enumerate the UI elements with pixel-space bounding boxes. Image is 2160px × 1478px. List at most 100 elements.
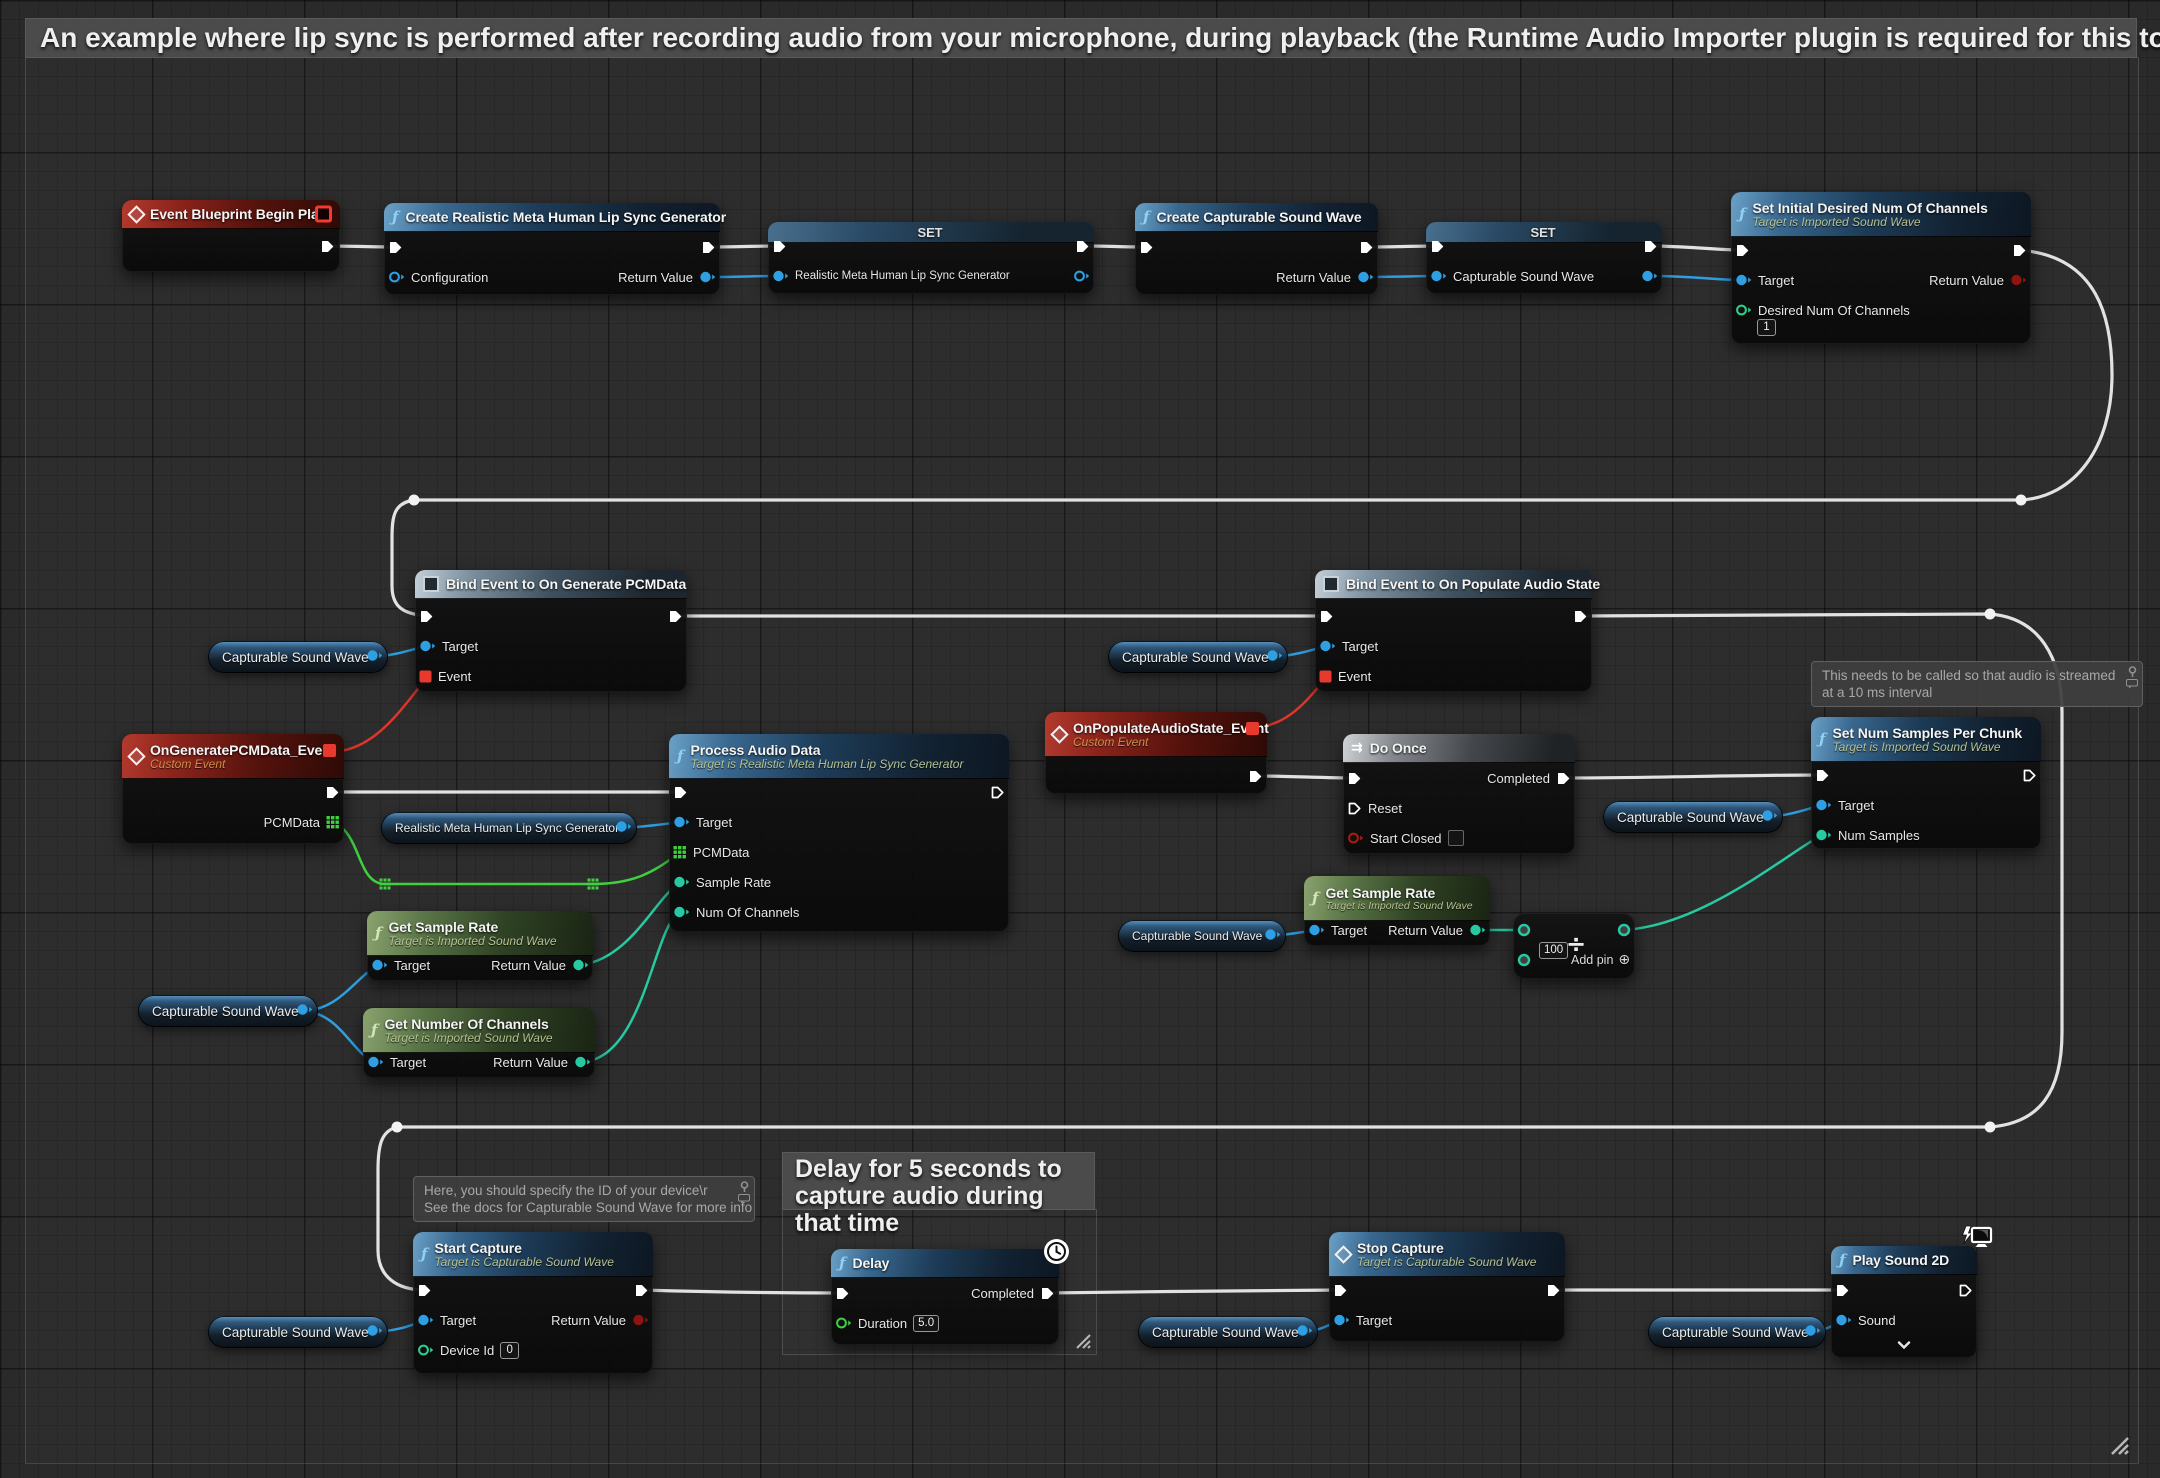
node-header[interactable]: ƒStart CaptureTarget is Capturable Sound… — [413, 1232, 653, 1277]
node-header[interactable]: ƒGet Sample RateTarget is Imported Sound… — [1304, 876, 1490, 921]
pin-target[interactable]: Target — [1308, 921, 1367, 939]
array-reroute-node[interactable] — [588, 887, 591, 890]
pin-exec[interactable] — [835, 1284, 850, 1302]
pin-obj[interactable] — [1641, 267, 1658, 285]
pin-exec[interactable] — [701, 238, 716, 256]
node-header[interactable]: SET — [1426, 222, 1662, 243]
array-reroute-node[interactable] — [384, 879, 387, 882]
pin-exec[interactable] — [668, 607, 683, 625]
node-on-populate-audio-state-event[interactable]: OnPopulateAudioState_EventCustom Event — [1045, 712, 1267, 794]
node-start-capture[interactable]: ƒStart CaptureTarget is Capturable Sound… — [413, 1232, 653, 1374]
var-capturable-sound-wave-7[interactable]: Capturable Sound Wave — [1138, 1316, 1318, 1348]
chevron-down-icon[interactable] — [1897, 1341, 1911, 1349]
pin-value-input[interactable]: 1 — [1757, 319, 1776, 336]
pin-ring[interactable] — [1617, 921, 1631, 939]
pin-sample-rate[interactable]: Sample Rate — [673, 873, 771, 891]
pin-start-closed[interactable]: Start Closed — [1347, 829, 1464, 847]
pin-exec[interactable] — [325, 783, 340, 801]
obj-pin-icon[interactable] — [1804, 1324, 1821, 1341]
pin-target[interactable]: Target — [1319, 637, 1378, 655]
node-stop-capture[interactable]: Stop CaptureTarget is Capturable Sound W… — [1329, 1232, 1565, 1342]
pin-return-value[interactable]: Return Value — [1388, 921, 1486, 939]
node-divide[interactable]: 100÷Add pin⊕ — [1513, 913, 1635, 979]
pin-value-input[interactable]: 100 — [1539, 942, 1568, 959]
pin-exec[interactable] — [2012, 241, 2027, 259]
pin-pcmdata[interactable]: PCMData — [673, 843, 749, 861]
node-get-sample-rate[interactable]: ƒGet Sample RateTarget is Imported Sound… — [367, 911, 593, 981]
node-play-sound-2d[interactable]: ƒPlay Sound 2DSound — [1831, 1246, 1977, 1358]
array-reroute-node[interactable] — [588, 883, 591, 886]
pin-exec[interactable] — [419, 607, 434, 625]
comment-delay[interactable]: Delay for 5 seconds to capture audio dur… — [782, 1152, 1095, 1210]
node-header[interactable]: ƒSet Num Samples Per ChunkTarget is Impo… — [1811, 717, 2041, 762]
resize-grip[interactable] — [1072, 1330, 1092, 1350]
var-capturable-sound-wave-4[interactable]: Capturable Sound Wave — [1603, 801, 1783, 833]
node-header[interactable]: OnGeneratePCMData_EventCustom Event — [122, 734, 344, 779]
node-set-num-samples-per-chunk[interactable]: ƒSet Num Samples Per ChunkTarget is Impo… — [1811, 717, 2041, 849]
pin-exec[interactable] — [634, 1281, 649, 1299]
var-capturable-sound-wave-8[interactable]: Capturable Sound Wave — [1648, 1316, 1826, 1348]
pin-exec[interactable] — [1815, 766, 1830, 784]
pin-event[interactable]: Event — [1319, 667, 1371, 685]
node-do-once[interactable]: ⇉Do OnceCompletedResetStart Closed — [1343, 734, 1575, 854]
pin-return-value[interactable]: Return Value — [493, 1053, 591, 1071]
pin-exec[interactable] — [1248, 767, 1263, 785]
node-set-capturable-sound-wave[interactable]: SET Capturable Sound Wave — [1426, 222, 1662, 294]
pin-realistic-meta-human-lip-sync-generator[interactable]: Realistic Meta Human Lip Sync Generator — [772, 267, 1010, 285]
reroute-node[interactable] — [409, 495, 420, 506]
pin-target[interactable]: Target — [673, 813, 732, 831]
node-process-audio-data[interactable]: ƒProcess Audio DataTarget is Realistic M… — [669, 734, 1009, 932]
pin-target[interactable]: Target — [417, 1311, 476, 1329]
var-capturable-sound-wave-5[interactable]: Capturable Sound Wave — [1118, 920, 1286, 952]
pin-exec[interactable] — [320, 237, 335, 255]
blueprint-canvas[interactable]: Event Blueprint Begin PlayƒCreate Realis… — [0, 0, 2160, 1478]
array-reroute-node[interactable] — [380, 883, 383, 886]
obj-pin-icon[interactable] — [1266, 649, 1283, 666]
pin-completed[interactable]: Completed — [1487, 769, 1571, 787]
array-reroute-node[interactable] — [388, 883, 391, 886]
pin-target[interactable]: Target — [1333, 1311, 1392, 1329]
pin-return-value[interactable]: Return Value — [618, 268, 716, 286]
pin-ring[interactable] — [1517, 951, 1531, 969]
pin-exec[interactable] — [1139, 238, 1154, 256]
pin-execH[interactable] — [1958, 1281, 1973, 1299]
array-reroute-node[interactable] — [388, 887, 391, 890]
reroute-node[interactable] — [392, 1122, 403, 1133]
pin-exec[interactable] — [1319, 607, 1334, 625]
pin-value-input[interactable]: 0 — [500, 1342, 519, 1359]
array-reroute-node[interactable] — [388, 879, 391, 882]
array-reroute-node[interactable] — [384, 883, 387, 886]
node-create-capturable-sound-wave[interactable]: ƒCreate Capturable Sound WaveReturn Valu… — [1135, 203, 1378, 295]
array-reroute-node[interactable] — [596, 879, 599, 882]
pin-num-of-channels[interactable]: Num Of Channels — [673, 903, 799, 921]
node-header[interactable]: ƒGet Number Of ChannelsTarget is Importe… — [363, 1008, 595, 1053]
node-header[interactable]: Bind Event to On Populate Audio State — [1315, 570, 1592, 599]
var-realistic-metahuman-lipsync-generator[interactable]: Realistic Meta Human Lip Sync Generator — [381, 812, 637, 844]
pin-exec[interactable] — [1546, 1281, 1561, 1299]
pin-target[interactable]: Target — [367, 1053, 426, 1071]
pin-exec[interactable] — [1573, 607, 1588, 625]
array-reroute-node[interactable] — [588, 879, 591, 882]
array-reroute-node[interactable] — [384, 887, 387, 890]
node-get-sample-rate-2[interactable]: ƒGet Sample RateTarget is Imported Sound… — [1304, 876, 1490, 946]
node-header[interactable]: ƒCreate Realistic Meta Human Lip Sync Ge… — [384, 203, 720, 232]
pin-duration[interactable]: Duration5.0 — [835, 1314, 939, 1332]
node-header[interactable]: Stop CaptureTarget is Capturable Sound W… — [1329, 1232, 1565, 1277]
resize-grip[interactable] — [2106, 1432, 2130, 1456]
node-header[interactable]: SET — [768, 222, 1094, 243]
pin-exec[interactable] — [772, 237, 787, 255]
pin-exec[interactable] — [1643, 237, 1658, 255]
node-header[interactable]: ⇉Do Once — [1343, 734, 1575, 763]
obj-pin-icon[interactable] — [366, 649, 383, 666]
delegate-output-pin[interactable] — [1246, 722, 1259, 735]
pin-objH[interactable] — [1073, 267, 1090, 285]
pin-exec[interactable] — [1075, 237, 1090, 255]
pin-exec[interactable] — [1347, 769, 1362, 787]
pin-capturable-sound-wave[interactable]: Capturable Sound Wave — [1430, 267, 1594, 285]
pin-exec[interactable] — [673, 783, 688, 801]
array-reroute-node[interactable] — [380, 887, 383, 890]
pin-exec[interactable] — [388, 238, 403, 256]
pin-exec[interactable] — [417, 1281, 432, 1299]
checkbox[interactable] — [1448, 830, 1464, 846]
pin-return-value[interactable]: Return Value — [1929, 271, 2027, 289]
